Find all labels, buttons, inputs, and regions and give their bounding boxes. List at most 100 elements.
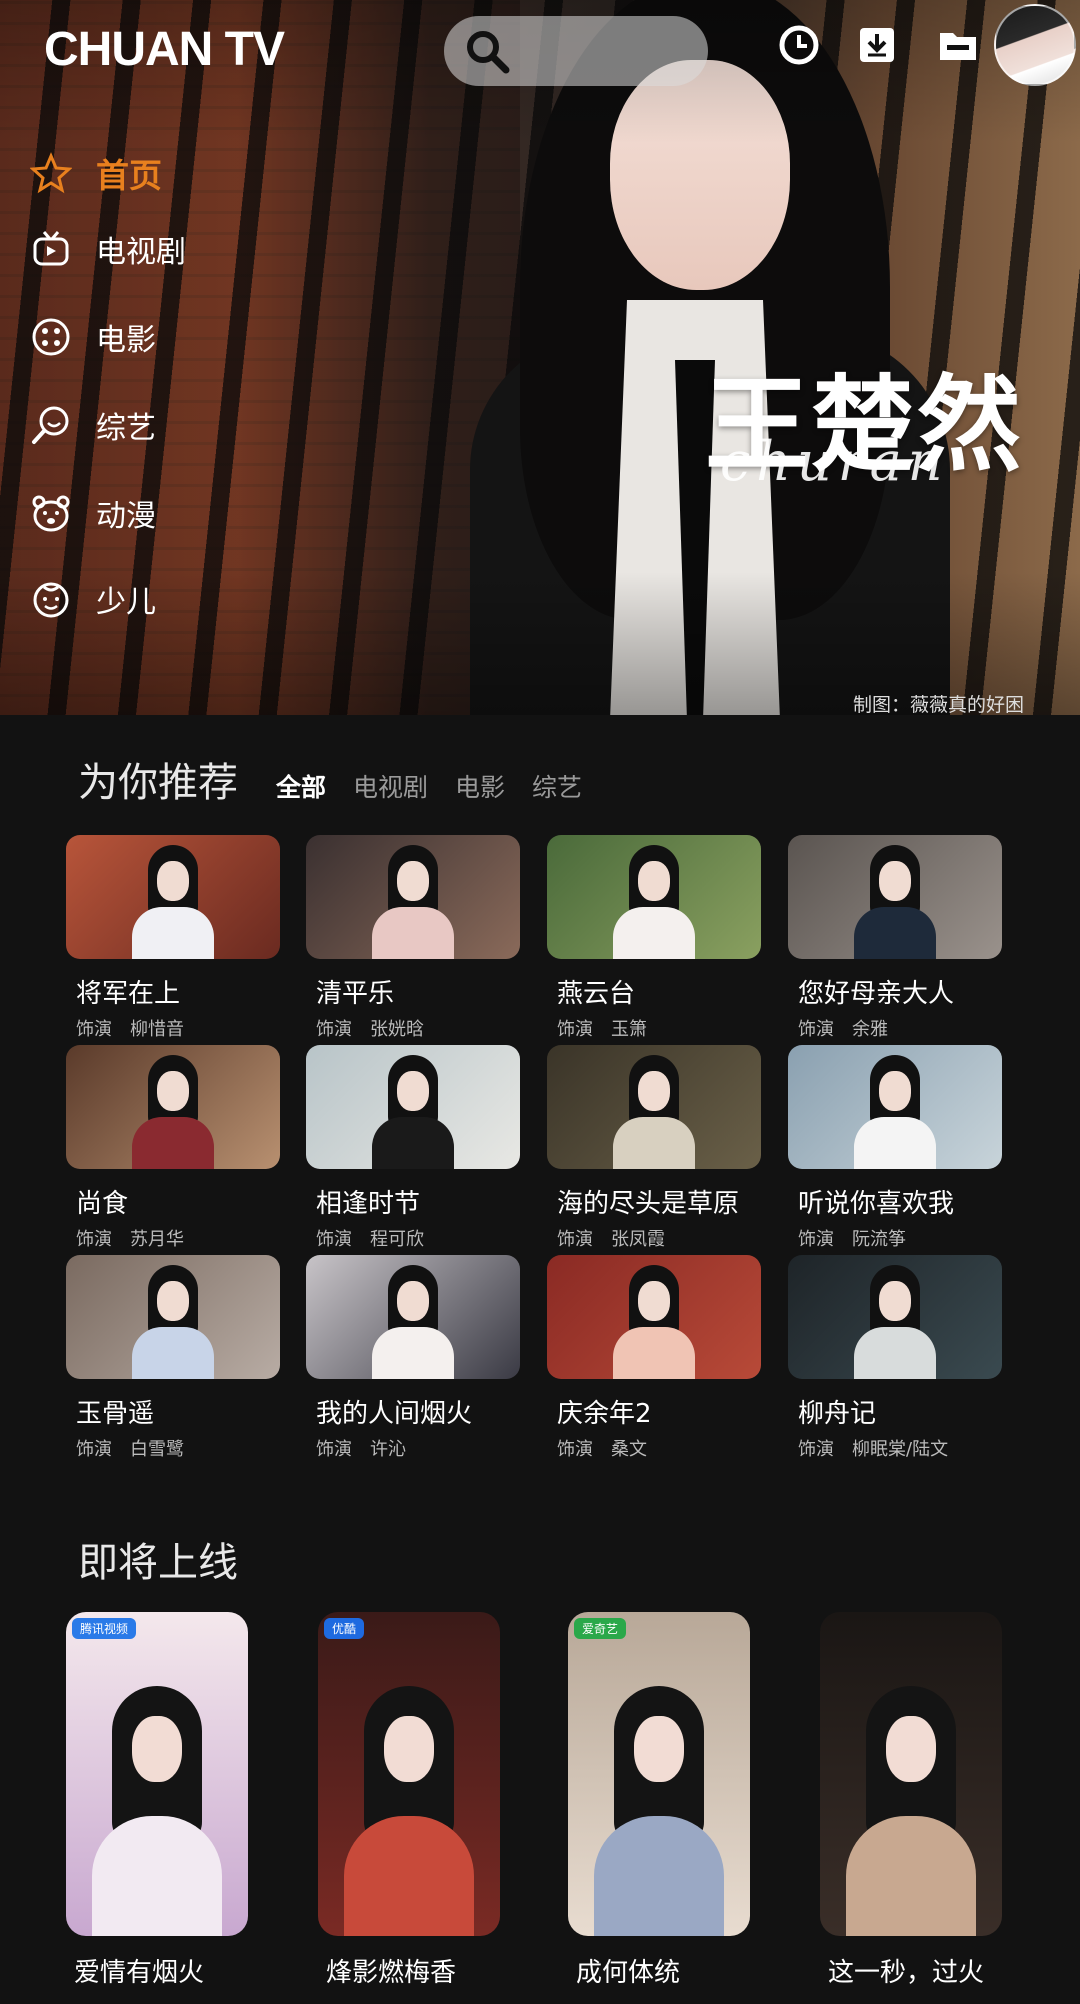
drama-title: 相逢时节: [316, 1189, 421, 1219]
drama-card[interactable]: 柳舟记饰演 柳眠棠/陆文: [788, 1255, 1002, 1460]
nav-item-variety[interactable]: 综艺: [30, 400, 156, 450]
nav-item-home[interactable]: 首页: [30, 148, 162, 198]
upcoming-poster[interactable]: 爱奇艺 成何体统: [568, 1612, 750, 1988]
role-label: 饰演: [798, 1229, 834, 1250]
drama-cast: 饰演 阮流筝: [798, 1225, 906, 1251]
filter-movie[interactable]: 电影: [455, 768, 505, 804]
drama-card[interactable]: 我的人间烟火 饰演 许沁: [306, 1255, 520, 1460]
drama-card[interactable]: 庆余年2 饰演 桑文: [547, 1255, 761, 1460]
drama-card[interactable]: 燕云台 饰演 玉箫: [547, 835, 761, 1040]
drama-cast: 饰演 桑文: [557, 1435, 647, 1461]
star-icon: [30, 152, 72, 194]
drama-thumbnail[interactable]: [547, 1045, 761, 1169]
search-bar[interactable]: [444, 16, 708, 86]
drama-card[interactable]: 您好母亲大人饰演 余雅: [788, 835, 1002, 1040]
drama-card[interactable]: 尚食饰演 苏月华: [66, 1045, 280, 1250]
poster-image[interactable]: 爱奇艺: [568, 1612, 750, 1936]
history-clock-icon[interactable]: [778, 24, 820, 66]
role-label: 饰演: [316, 1019, 352, 1040]
nav-item-tv[interactable]: 电视剧: [30, 224, 186, 274]
drama-thumbnail[interactable]: [66, 835, 280, 959]
drama-title: 玉骨遥: [76, 1399, 155, 1429]
user-avatar[interactable]: [994, 4, 1076, 86]
drama-cast: 饰演 柳惜音: [76, 1015, 184, 1041]
nav-item-movie[interactable]: 电影: [30, 312, 156, 362]
poster-title: 烽影燃梅香: [326, 1958, 457, 1988]
drama-thumbnail[interactable]: [306, 835, 520, 959]
drama-thumbnail[interactable]: [547, 835, 761, 959]
drama-card[interactable]: 玉骨遥饰演 白雪鹭: [66, 1255, 280, 1460]
drama-cast: 饰演 余雅: [798, 1015, 888, 1041]
poster-title: 这一秒，过火: [828, 1958, 985, 1988]
upcoming-poster[interactable]: 这一秒，过火: [820, 1612, 1002, 1988]
drama-thumbnail[interactable]: [66, 1045, 280, 1169]
nav-label: 动漫: [96, 499, 156, 534]
character-name: 柳惜音: [130, 1019, 184, 1040]
character-name: 苏月华: [130, 1229, 184, 1250]
role-label: 饰演: [316, 1439, 352, 1460]
character-name: 桑文: [611, 1439, 647, 1460]
drama-thumbnail[interactable]: [788, 1045, 1002, 1169]
character-name: 张凤霞: [611, 1229, 665, 1250]
drama-card[interactable]: 海的尽头是草原饰演 张凤霞: [547, 1045, 761, 1250]
nav-label: 综艺: [96, 411, 156, 446]
role-label: 饰演: [76, 1229, 112, 1250]
drama-card[interactable]: 相逢时节饰演 程可欣: [306, 1045, 520, 1250]
drama-cast: 饰演 白雪鹭: [76, 1435, 184, 1461]
nav-item-anime[interactable]: 动漫: [30, 488, 156, 538]
role-label: 饰演: [557, 1439, 593, 1460]
nav-item-kids[interactable]: 少儿: [30, 574, 156, 624]
film-reel-icon: [32, 318, 70, 356]
bear-icon: [32, 495, 70, 532]
drama-thumbnail[interactable]: [66, 1255, 280, 1379]
drama-card[interactable]: 将军在上 饰演 柳惜音: [66, 835, 280, 1040]
poster-image[interactable]: 优酷: [318, 1612, 500, 1936]
filter-tv[interactable]: 电视剧: [353, 768, 428, 804]
drama-thumbnail[interactable]: [306, 1255, 520, 1379]
drama-thumbnail[interactable]: [788, 1255, 1002, 1379]
nav-label: 少儿: [96, 585, 156, 620]
character-name: 程可欣: [370, 1229, 424, 1250]
nav-label: 电视剧: [96, 235, 186, 270]
hero-banner[interactable]: 王楚然 churan 制图：薇薇真的好困: [0, 0, 1080, 715]
filter-all[interactable]: 全部: [276, 768, 326, 804]
role-label: 饰演: [798, 1439, 834, 1460]
drama-thumbnail[interactable]: [547, 1255, 761, 1379]
drama-card[interactable]: 清平乐 饰演 张姯晗: [306, 835, 520, 1040]
drama-title: 海的尽头是草原: [557, 1189, 740, 1219]
character-name: 玉箫: [611, 1019, 647, 1040]
poster-title: 爱情有烟火: [74, 1958, 205, 1988]
filter-variety[interactable]: 综艺: [532, 768, 582, 804]
drama-cast: 饰演 张凤霞: [557, 1225, 665, 1251]
role-label: 饰演: [798, 1019, 834, 1040]
download-icon[interactable]: [856, 24, 898, 66]
drama-cast: 饰演 张姯晗: [316, 1015, 424, 1041]
tv-icon: [33, 231, 69, 266]
role-label: 饰演: [76, 1019, 112, 1040]
drama-title: 尚食: [76, 1189, 129, 1219]
search-bubble-icon: [32, 406, 69, 444]
upcoming-poster[interactable]: 优酷烽影燃梅香: [318, 1612, 500, 1988]
drama-title: 庆余年2: [557, 1399, 652, 1429]
nav-label: 电影: [96, 323, 156, 358]
character-name: 白雪鹭: [130, 1439, 184, 1460]
hero-credit: 制图：薇薇真的好困: [853, 694, 1025, 715]
app-logo[interactable]: CHUAN TV: [44, 22, 285, 77]
poster-image[interactable]: 腾讯视频: [66, 1612, 248, 1936]
role-label: 饰演: [557, 1019, 593, 1040]
folder-icon[interactable]: [937, 24, 979, 66]
drama-thumbnail[interactable]: [788, 835, 1002, 959]
drama-card[interactable]: 听说你喜欢我 饰演 阮流筝: [788, 1045, 1002, 1250]
drama-cast: 饰演 程可欣: [316, 1225, 424, 1251]
poster-image[interactable]: [820, 1612, 1002, 1936]
drama-cast: 饰演 许沁: [316, 1435, 406, 1461]
nav-label: 首页: [96, 156, 162, 195]
search-icon: [467, 31, 510, 74]
upcoming-poster[interactable]: 腾讯视频爱情有烟火: [66, 1612, 248, 1988]
character-name: 许沁: [370, 1439, 406, 1460]
drama-title: 您好母亲大人: [798, 979, 955, 1009]
drama-cast: 饰演 苏月华: [76, 1225, 184, 1251]
drama-thumbnail[interactable]: [306, 1045, 520, 1169]
drama-cast: 饰演 柳眠棠/陆文: [798, 1435, 948, 1461]
drama-title: 柳舟记: [798, 1399, 877, 1429]
